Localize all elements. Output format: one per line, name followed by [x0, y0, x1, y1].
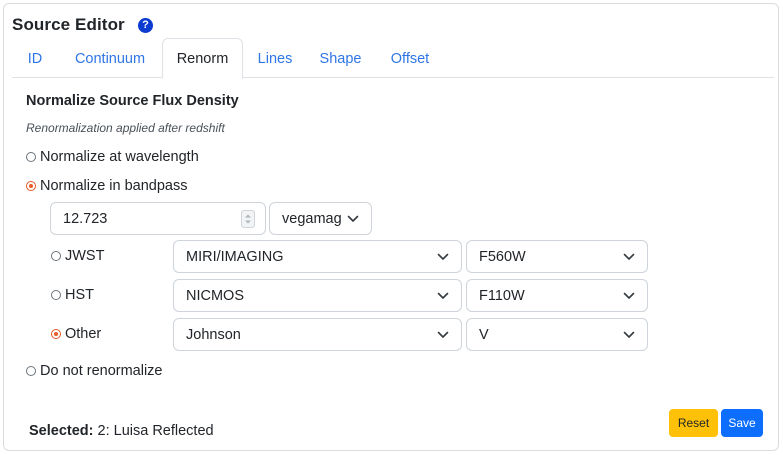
other-filter-value: V: [479, 326, 489, 343]
tab-id[interactable]: ID: [12, 38, 58, 79]
tab-renorm[interactable]: Renorm: [162, 38, 243, 79]
bandpass-option-hst[interactable]: HST: [51, 287, 94, 303]
option-normalize-bandpass[interactable]: Normalize in bandpass: [26, 178, 188, 194]
chevron-down-icon: [437, 253, 449, 260]
chevron-down-icon: [623, 331, 635, 338]
radio-no-renormalize[interactable]: [26, 366, 36, 376]
chevron-down-icon: [623, 253, 635, 260]
hst-instrument-select[interactable]: NICMOS: [173, 279, 462, 312]
radio-jwst[interactable]: [51, 251, 61, 261]
section-title: Normalize Source Flux Density: [26, 93, 239, 109]
source-editor-card: Source Editor ? ID Continuum Renorm Line…: [3, 3, 779, 451]
tab-continuum[interactable]: Continuum: [58, 38, 162, 79]
tab-offset[interactable]: Offset: [374, 38, 446, 79]
page-title: Source Editor: [12, 15, 125, 34]
hst-filter-value: F110W: [479, 287, 525, 304]
hst-filter-select[interactable]: F110W: [466, 279, 648, 312]
tab-lines[interactable]: Lines: [243, 38, 307, 79]
other-filter-select[interactable]: V: [466, 318, 648, 351]
number-spinner-icon[interactable]: [241, 210, 255, 228]
other-system-value: Johnson: [186, 326, 241, 343]
jwst-instrument-select[interactable]: MIRI/IMAGING: [173, 240, 462, 273]
jwst-instrument-value: MIRI/IMAGING: [186, 248, 284, 265]
save-button[interactable]: Save: [721, 409, 763, 437]
chevron-down-icon: [623, 292, 635, 299]
hst-instrument-value: NICMOS: [186, 287, 244, 304]
option-normalize-wavelength-label: Normalize at wavelength: [40, 149, 199, 165]
option-no-renormalize-label: Do not renormalize: [40, 363, 163, 379]
selected-value: 2: Luisa Reflected: [97, 423, 214, 439]
bandpass-option-other[interactable]: Other: [51, 326, 101, 342]
section-subtitle: Renormalization applied after redshift: [26, 121, 225, 135]
unit-select[interactable]: vegamag: [269, 202, 372, 235]
flux-value-input[interactable]: 12.723: [50, 202, 266, 235]
hst-label: HST: [65, 287, 94, 303]
tab-bar: ID Continuum Renorm Lines Shape Offset: [12, 38, 774, 79]
reset-button[interactable]: Reset: [669, 409, 718, 437]
radio-normalize-bandpass[interactable]: [26, 181, 36, 191]
chevron-down-icon: [437, 331, 449, 338]
selected-source: Selected: 2: Luisa Reflected: [29, 423, 214, 439]
selected-label: Selected:: [29, 423, 94, 439]
jwst-filter-value: F560W: [479, 248, 526, 265]
option-no-renormalize[interactable]: Do not renormalize: [26, 363, 163, 379]
jwst-label: JWST: [65, 248, 105, 264]
radio-other[interactable]: [51, 329, 61, 339]
chevron-down-icon: [347, 215, 359, 222]
bandpass-option-jwst[interactable]: JWST: [51, 248, 104, 264]
option-normalize-wavelength[interactable]: Normalize at wavelength: [26, 149, 199, 165]
tab-shape[interactable]: Shape: [307, 38, 374, 79]
flux-value: 12.723: [63, 210, 108, 227]
radio-normalize-wavelength[interactable]: [26, 152, 36, 162]
radio-hst[interactable]: [51, 290, 61, 300]
unit-select-value: vegamag: [282, 210, 342, 227]
chevron-down-icon: [437, 292, 449, 299]
help-icon[interactable]: ?: [138, 18, 153, 33]
other-system-select[interactable]: Johnson: [173, 318, 462, 351]
option-normalize-bandpass-label: Normalize in bandpass: [40, 178, 188, 194]
jwst-filter-select[interactable]: F560W: [466, 240, 648, 273]
other-label: Other: [65, 326, 102, 342]
